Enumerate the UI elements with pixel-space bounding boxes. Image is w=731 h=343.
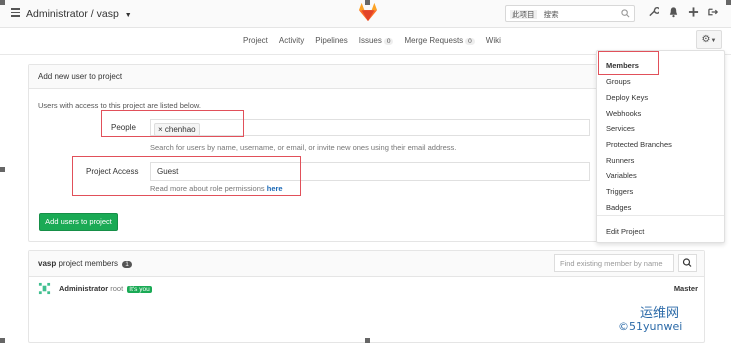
nav-mr-label: Merge Requests [404,36,464,45]
resize-handle[interactable] [0,167,5,172]
search-input[interactable]: 此项目 搜索 [505,5,635,22]
highlight-members [598,51,659,75]
issues-count-badge: 0 [383,38,394,45]
wrench-icon[interactable] [648,6,659,18]
member-row: Administrator root It's you Master [38,282,698,297]
menu-item-badges[interactable]: Badges [606,203,631,212]
search-icon [682,258,692,267]
member-role: Master [673,284,698,293]
resize-handle[interactable] [365,338,370,343]
add-users-button[interactable]: Add users to project [39,213,118,231]
nav-merge-requests[interactable]: Merge Requests 0 [404,36,475,45]
watermark-line1: 运维网 [640,306,680,321]
settings-button[interactable]: ⚙▼ [696,30,722,49]
project-members-panel: vasp project members 1 Find existing mem… [28,250,705,343]
plus-icon[interactable] [688,6,699,18]
watermark-line2: ©51yunwei [618,320,683,333]
resize-handle[interactable] [0,0,5,5]
settings-dropdown-menu: Members Groups Deploy Keys Webhooks Serv… [596,50,725,243]
watermark: 运维网 ©51yunwei [618,302,728,340]
menu-item-deploy-keys[interactable]: Deploy Keys [606,93,648,102]
caret-down-icon: ▼ [710,38,717,44]
menu-item-edit-project[interactable]: Edit Project [606,227,644,236]
menu-item-runners[interactable]: Runners [606,156,634,165]
its-you-badge: It's you [127,286,152,293]
menu-divider [597,215,724,216]
nav-pipelines[interactable]: Pipelines [315,36,347,45]
menu-item-services[interactable]: Services [606,124,635,133]
people-hint: Search for users by name, username, or e… [150,143,457,152]
nav-issues-label: Issues [358,36,382,45]
menu-icon[interactable] [11,8,20,17]
members-title-text: project members [58,259,119,268]
menu-item-triggers[interactable]: Triggers [606,187,633,196]
nav-activity[interactable]: Activity [279,36,304,45]
sign-out-icon[interactable] [708,6,719,18]
highlight-access [72,156,301,196]
member-search-input[interactable]: Find existing member by name [554,254,674,272]
search-icon[interactable] [621,9,630,18]
menu-item-protected-branches[interactable]: Protected Branches [606,140,672,149]
resize-handle[interactable] [726,0,731,5]
members-count-badge: 1 [122,261,132,268]
gitlab-logo-icon[interactable] [357,2,379,22]
resize-handle[interactable] [0,338,5,343]
nav-project[interactable]: Project [243,36,268,45]
bell-icon[interactable] [668,6,679,18]
mr-count-badge: 0 [465,38,475,45]
menu-item-variables[interactable]: Variables [606,171,637,180]
nav-issues[interactable]: Issues 0 [359,36,394,45]
menu-item-webhooks[interactable]: Webhooks [606,109,641,118]
project-path[interactable]: Administrator / vasp [26,8,119,20]
member-search-button[interactable] [678,254,697,272]
chevron-down-icon[interactable]: ▼ [125,12,132,19]
breadcrumb[interactable]: Administrator / vasp ▼ [26,8,132,20]
member-name[interactable]: Administrator [59,284,108,293]
members-intro-text: Users with access to this project are li… [38,101,201,110]
member-identity: Administrator root It's you [59,284,152,293]
members-title: vasp project members 1 [38,259,132,268]
header-actions [648,6,719,18]
search-placeholder: 搜索 [543,10,559,19]
members-title-project: vasp [38,259,57,268]
member-username: root [110,284,124,293]
gear-icon: ⚙ [701,34,711,45]
add-user-panel-title: Add new user to project [29,65,602,89]
highlight-people [101,110,244,137]
menu-item-groups[interactable]: Groups [606,77,631,86]
avatar[interactable] [38,282,51,295]
search-scope-label: 此项目 [510,10,537,19]
add-user-panel: Add new user to project Users with acces… [28,64,603,242]
resize-handle[interactable] [365,0,370,5]
nav-wiki[interactable]: Wiki [486,36,501,45]
